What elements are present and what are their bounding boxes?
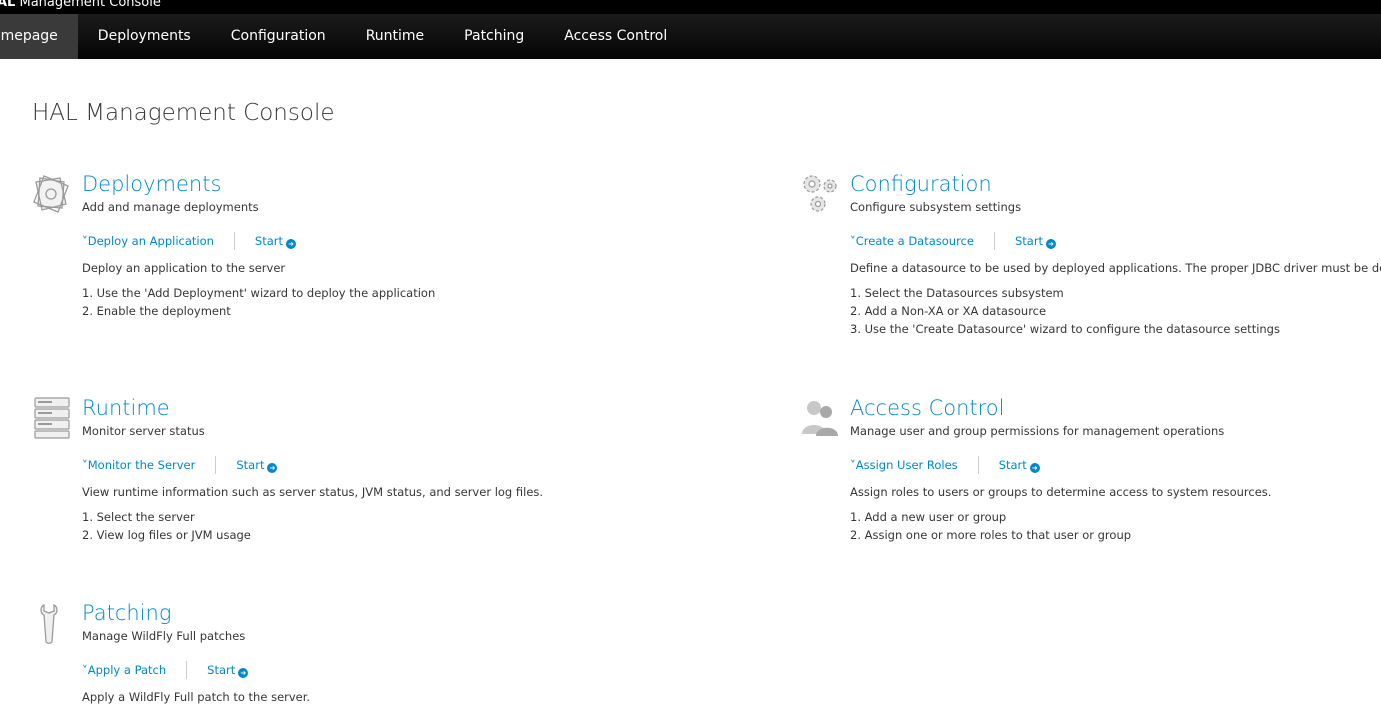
- list-item: 1. Use the 'Add Deployment' wizard to de…: [82, 286, 436, 300]
- nav-configuration[interactable]: Configuration: [211, 14, 346, 59]
- nav-deployments[interactable]: Deployments: [78, 14, 211, 59]
- task-toggle[interactable]: ˅Monitor the Server: [82, 458, 195, 472]
- arrow-right-circle-icon: ➜: [238, 667, 249, 678]
- list-item: 1. Select the Datasources subsystem: [850, 286, 1064, 300]
- module-subtitle: Monitor server status: [82, 424, 205, 438]
- module-title[interactable]: Configuration: [850, 172, 992, 196]
- start-link[interactable]: Start ➜: [999, 458, 1040, 473]
- module-subtitle: Manage user and group permissions for ma…: [850, 424, 1225, 438]
- nav-runtime[interactable]: Runtime: [346, 14, 444, 59]
- arrow-right-circle-icon: ➜: [1046, 238, 1057, 249]
- module-subtitle: Configure subsystem settings: [850, 200, 1022, 214]
- gears-icon: [800, 172, 840, 216]
- list-item: 3. Use the 'Create Datasource' wizard to…: [850, 322, 1280, 336]
- nav-access-control[interactable]: Access Control: [544, 14, 687, 59]
- task-steps: 1. Select the Datasources subsystem 2. A…: [850, 284, 1280, 338]
- nav-patching[interactable]: Patching: [444, 14, 544, 59]
- server-icon: [32, 396, 72, 440]
- task-toggle[interactable]: ˅Create a Datasource: [850, 234, 974, 248]
- divider: [233, 232, 235, 250]
- task-description: Assign roles to users or groups to deter…: [850, 485, 1272, 499]
- start-link[interactable]: Start ➜: [236, 458, 278, 473]
- divider: [215, 456, 217, 474]
- task-steps: 1. Use the 'Add Deployment' wizard to de…: [82, 284, 435, 320]
- task-description: Deploy an application to the server: [82, 261, 286, 275]
- divider: [977, 456, 979, 474]
- task-toggle[interactable]: ˅Apply a Patch: [82, 663, 166, 677]
- list-item: 2. View log files or JVM usage: [82, 528, 251, 542]
- module-title[interactable]: Access Control: [850, 396, 1004, 420]
- task-steps: 1. Select the server 2. View log files o…: [82, 508, 251, 544]
- task-description: View runtime information such as server …: [82, 485, 544, 499]
- task-description: Define a datasource to be used by deploy…: [850, 261, 1381, 275]
- list-item: 2. Enable the deployment: [82, 304, 231, 318]
- arrow-right-circle-icon: ➜: [267, 462, 278, 473]
- task-toggle[interactable]: ˅Deploy an Application: [82, 234, 214, 248]
- divider: [186, 661, 188, 679]
- task-steps: 1. Add a new user or group 2. Assign one…: [850, 508, 1131, 544]
- title-bar: AL Management Console: [0, 0, 1381, 14]
- start-link[interactable]: Start ➜: [207, 663, 249, 678]
- module-links: ˅Monitor the Server Start ➜: [82, 456, 278, 474]
- nav-homepage[interactable]: omepage: [0, 14, 78, 59]
- module-title[interactable]: Deployments: [82, 172, 221, 196]
- list-item: 2. Assign one or more roles to that user…: [850, 528, 1132, 542]
- main-navbar: omepage Deployments Configuration Runtim…: [0, 14, 1381, 59]
- start-link[interactable]: Start ➜: [255, 234, 297, 249]
- list-item: 1. Select the server: [82, 510, 195, 524]
- wrench-icon: [32, 601, 72, 645]
- divider: [993, 232, 995, 250]
- module-links: ˅Deploy an Application Start ➜: [82, 232, 297, 250]
- task-toggle[interactable]: ˅Assign User Roles: [850, 458, 958, 472]
- task-description: Apply a WildFly Full patch to the server…: [82, 690, 311, 704]
- list-item: 1. Add a new user or group: [850, 510, 1007, 524]
- arrow-right-circle-icon: ➜: [1029, 462, 1040, 473]
- module-subtitle: Manage WildFly Full patches: [82, 629, 246, 643]
- module-subtitle: Add and manage deployments: [82, 200, 259, 214]
- arrow-right-circle-icon: ➜: [286, 238, 297, 249]
- deployments-icon: [32, 172, 72, 216]
- module-title[interactable]: Runtime: [82, 396, 170, 420]
- module-links: ˅Apply a Patch Start ➜: [82, 661, 249, 679]
- module-links: ˅Assign User Roles Start ➜: [850, 456, 1040, 474]
- users-icon: [800, 396, 840, 440]
- app-brand: AL Management Console: [0, 0, 161, 10]
- list-item: 2. Add a Non-XA or XA datasource: [850, 304, 1047, 318]
- module-title[interactable]: Patching: [82, 601, 171, 625]
- module-links: ˅Create a Datasource Start ➜: [850, 232, 1057, 250]
- start-link[interactable]: Start ➜: [1015, 234, 1057, 249]
- page-title: HAL Management Console: [32, 100, 335, 126]
